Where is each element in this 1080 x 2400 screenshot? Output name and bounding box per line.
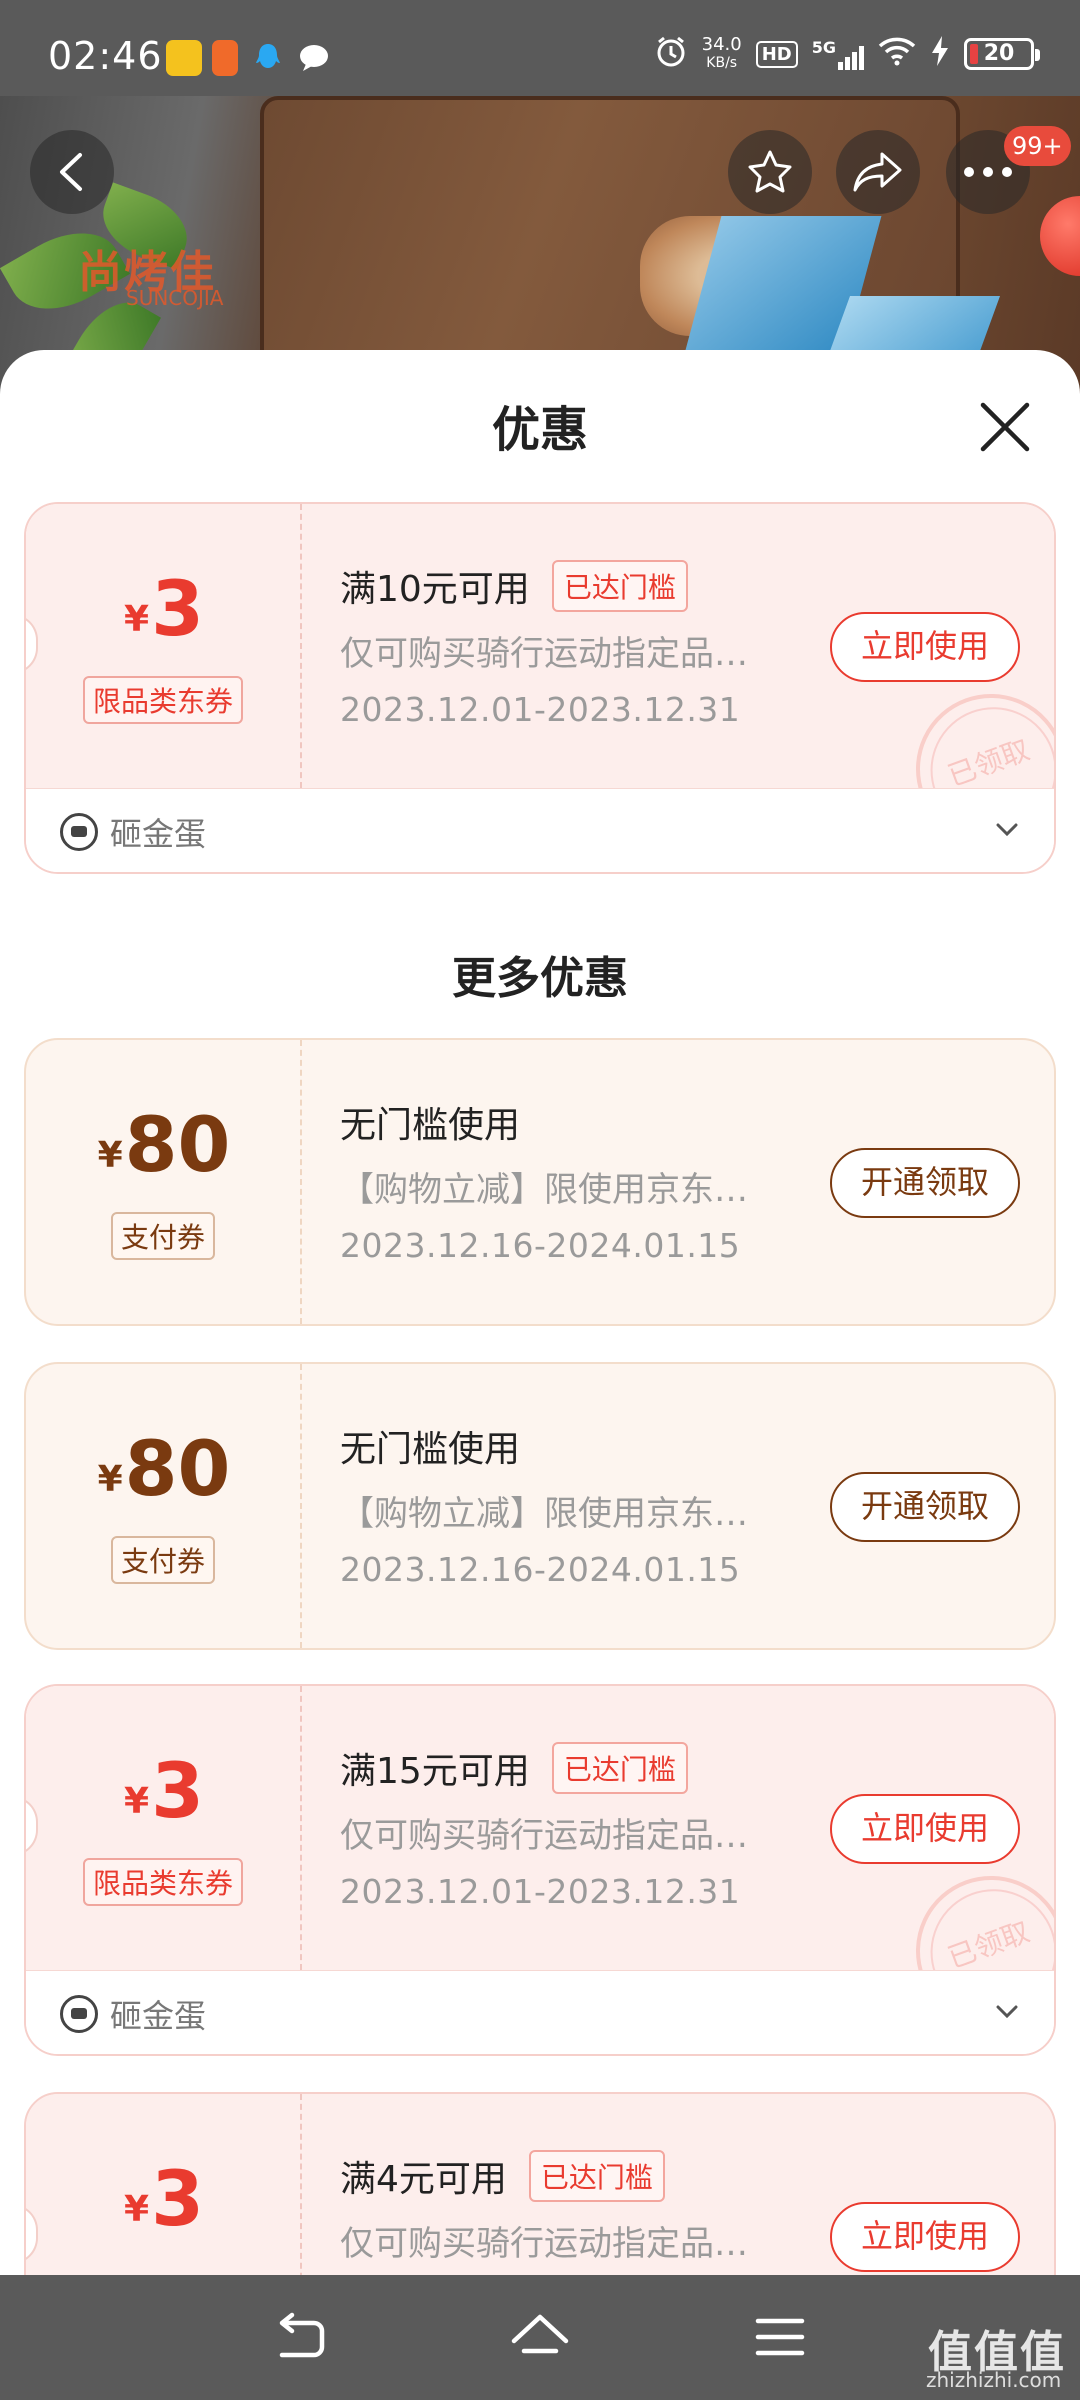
coupon-footer[interactable]: 砸金蛋	[26, 788, 1054, 872]
coupon-value-panel: ¥3 限品类东券	[26, 504, 302, 788]
coupon-value-panel: ¥3	[26, 2094, 302, 2275]
home-icon	[511, 2314, 569, 2354]
chevron-down-icon	[996, 2005, 1018, 2019]
status-time: 02:46	[48, 34, 163, 78]
nav-back-button[interactable]	[270, 2311, 330, 2365]
tomato-decoration	[1040, 196, 1080, 276]
coupon-card: ¥80 支付券 无门槛使用 【购物立减】限使用京东… 2023.12.16-20…	[24, 1362, 1056, 1650]
back-icon	[279, 2312, 325, 2358]
coupon-card: ¥3 限品类东券 满10元可用 已达门槛 仅可购买骑行运动指定品… 2023.1…	[24, 502, 1056, 874]
nav-home-button[interactable]	[510, 2311, 570, 2365]
coupon-value-panel: ¥80 支付券	[26, 1364, 302, 1648]
coupon-description: 【购物立减】限使用京东…	[340, 1494, 748, 1534]
coupon-type-tag: 限品类东券	[82, 1858, 244, 1906]
coupon-validity: 2023.12.01-2023.12.31	[340, 1872, 741, 1911]
alarm-icon	[654, 34, 688, 74]
use-now-button[interactable]: 立即使用	[830, 1794, 1020, 1864]
network-speed: 34.0 KB/s	[701, 34, 742, 72]
discount-sheet: 优惠 ¥3 限品类东券 满10元可用 已达门槛 仅可购买骑行运动指定品… 202…	[0, 350, 1080, 2275]
message-icon	[296, 40, 332, 76]
coupon-validity: 2023.12.01-2023.12.31	[340, 690, 741, 729]
wifi-icon	[878, 36, 916, 72]
coupon-body: ¥80 支付券 无门槛使用 【购物立减】限使用京东… 2023.12.16-20…	[26, 1364, 1054, 1648]
coupon-body: ¥3 限品类东券 满10元可用 已达门槛 仅可购买骑行运动指定品… 2023.1…	[26, 504, 1054, 866]
coupon-description: 仅可购买骑行运动指定品…	[340, 1816, 748, 1856]
use-now-button[interactable]: 立即使用	[830, 612, 1020, 682]
coupon-body: ¥3 满4元可用 已达门槛 仅可购买骑行运动指定品… 立即使用	[26, 2094, 1054, 2275]
threshold-reached-badge: 已达门槛	[551, 1742, 688, 1794]
status-indicators: 34.0 KB/s HD 5G 20	[654, 34, 1040, 74]
threshold-reached-badge: 已达门槛	[528, 2150, 665, 2202]
coupon-body: ¥80 支付券 无门槛使用 【购物立减】限使用京东… 2023.12.16-20…	[26, 1040, 1054, 1324]
battery-indicator: 20	[964, 38, 1040, 70]
coupon-condition: 无门槛使用	[340, 1105, 521, 1146]
app-notification-icon	[166, 40, 202, 76]
brand-logo-sub: SUNCOJIA	[126, 286, 224, 310]
status-bar: 02:46 34.0 KB/s HD 5G 20	[0, 0, 1080, 96]
coupon-card: ¥80 支付券 无门槛使用 【购物立减】限使用京东… 2023.12.16-20…	[24, 1038, 1056, 1326]
nav-menu-button[interactable]	[750, 2311, 810, 2365]
chevron-down-icon	[996, 823, 1018, 837]
coupon-type-tag: 限品类东券	[82, 676, 244, 724]
coupon-source-label: 砸金蛋	[110, 815, 207, 853]
coupon-condition: 满10元可用 已达门槛	[340, 560, 688, 612]
app-notification-icon	[212, 40, 238, 76]
star-icon	[748, 150, 792, 193]
activate-claim-button[interactable]: 开通领取	[830, 1148, 1020, 1218]
coupon-validity: 2023.12.16-2024.01.15	[340, 1550, 741, 1589]
coupon-condition: 满15元可用 已达门槛	[340, 1742, 688, 1794]
activate-claim-button[interactable]: 开通领取	[830, 1472, 1020, 1542]
coupon-condition: 满4元可用 已达门槛	[340, 2150, 665, 2202]
coupon-type-tag: 支付券	[110, 1212, 216, 1260]
favorite-button[interactable]	[728, 130, 812, 214]
coupon-amount: ¥3	[124, 564, 204, 653]
threshold-reached-badge: 已达门槛	[551, 560, 688, 612]
coupon-ticket-icon	[60, 813, 98, 851]
back-arrow-icon	[60, 153, 82, 191]
share-button[interactable]	[836, 130, 920, 214]
use-now-button[interactable]: 立即使用	[830, 2202, 1020, 2272]
coupon-body: ¥3 限品类东券 满15元可用 已达门槛 仅可购买骑行运动指定品… 2023.1…	[26, 1686, 1054, 2048]
system-navigation-bar	[0, 2275, 1080, 2400]
charging-icon	[930, 35, 950, 73]
close-icon	[980, 402, 1030, 452]
coupon-description: 【购物立减】限使用京东…	[340, 1170, 748, 1210]
coupon-source-label: 砸金蛋	[110, 1997, 207, 2035]
coupon-amount: ¥80	[97, 1424, 231, 1513]
coupon-condition: 无门槛使用	[340, 1429, 521, 1470]
coupon-ticket-icon	[60, 1995, 98, 2033]
watermark-url: zhizhizhi.com	[926, 2368, 1062, 2392]
coupon-amount: ¥3	[124, 1746, 204, 1835]
coupon-value-panel: ¥80 支付券	[26, 1040, 302, 1324]
more-offers-title: 更多优惠	[452, 953, 628, 1004]
coupon-value-panel: ¥3 限品类东券	[26, 1686, 302, 1970]
more-badge: 99+	[1004, 126, 1071, 166]
share-icon	[853, 152, 902, 192]
coupon-footer[interactable]: 砸金蛋	[26, 1970, 1054, 2054]
signal-icon: 5G	[812, 38, 864, 70]
coupon-type-tag: 支付券	[110, 1536, 216, 1584]
more-dots-icon	[964, 167, 1012, 177]
close-button[interactable]	[978, 400, 1032, 454]
hd-indicator: HD	[755, 40, 798, 68]
sheet-title: 优惠	[491, 402, 588, 458]
back-button[interactable]	[30, 130, 114, 214]
coupon-validity: 2023.12.16-2024.01.15	[340, 1226, 741, 1265]
coupon-amount: ¥3	[124, 2154, 204, 2243]
coupon-card: ¥3 限品类东券 满15元可用 已达门槛 仅可购买骑行运动指定品… 2023.1…	[24, 1684, 1056, 2056]
qq-icon	[250, 40, 286, 76]
coupon-amount: ¥80	[97, 1100, 231, 1189]
coupon-description: 仅可购买骑行运动指定品…	[340, 2224, 748, 2264]
coupon-description: 仅可购买骑行运动指定品…	[340, 634, 748, 674]
menu-icon	[755, 2318, 805, 2356]
coupon-card: ¥3 满4元可用 已达门槛 仅可购买骑行运动指定品… 立即使用	[24, 2092, 1056, 2275]
